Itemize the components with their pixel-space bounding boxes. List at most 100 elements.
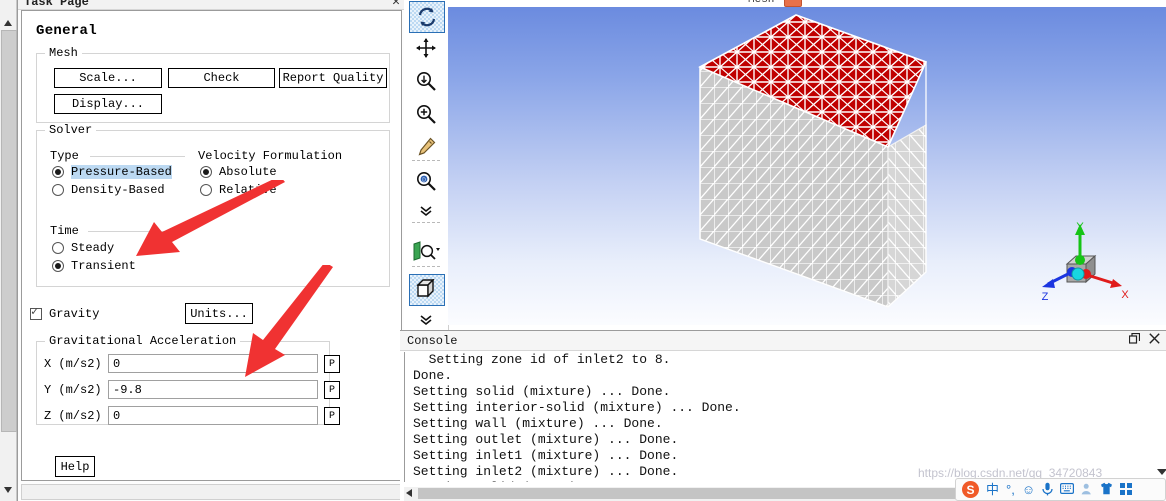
- solver-type-label: Type: [50, 149, 84, 163]
- zoom-in-icon[interactable]: [409, 99, 443, 129]
- scale-button[interactable]: Scale...: [54, 68, 162, 88]
- task-page-titlebar[interactable]: Task Page ✕: [18, 0, 404, 10]
- console-scroll-left-button[interactable]: [406, 489, 412, 497]
- console-close-icon[interactable]: [1149, 333, 1160, 348]
- page-title: General: [36, 23, 97, 39]
- radio-transient-indicator[interactable]: [52, 260, 64, 272]
- units-button[interactable]: Units...: [185, 303, 253, 324]
- console-line: Setting interior-solid (mixture) ... Don…: [413, 400, 741, 415]
- console-line: Setting inlet1 (mixture) ... Done.: [413, 448, 679, 463]
- punctuation-mode-icon[interactable]: °,: [1006, 483, 1015, 496]
- toolbar-separator-1: [412, 160, 440, 161]
- gravity-z-unit-button[interactable]: P: [324, 407, 340, 425]
- radio-pressure-based-label: Pressure-Based: [71, 165, 172, 179]
- zoom-box-icon[interactable]: [409, 66, 443, 96]
- gravity-checkbox-label: Gravity: [49, 307, 100, 321]
- axis-label-y: Y: [1076, 222, 1084, 233]
- task-page-panel: Task Page ✕ General Mesh Scale... Check …: [17, 0, 404, 501]
- radio-steady-indicator[interactable]: [52, 242, 64, 254]
- toolbar-separator-3: [412, 266, 440, 267]
- sogou-logo-icon[interactable]: S: [962, 481, 979, 498]
- pan-view-icon[interactable]: [409, 33, 443, 63]
- radio-relative-label: Relative: [219, 183, 277, 197]
- ime-toolbar[interactable]: S 中 °, ☺: [955, 469, 1166, 501]
- radio-pressure-based-indicator[interactable]: [52, 166, 64, 178]
- svg-text:D: D: [422, 177, 426, 183]
- task-page-horizontal-scrollbar[interactable]: [21, 484, 401, 500]
- check-button[interactable]: Check: [168, 68, 275, 88]
- toolbar-separator-2: [412, 222, 440, 223]
- radio-transient-label: Transient: [71, 259, 136, 273]
- graphics-viewport[interactable]: Y X Z: [448, 7, 1166, 325]
- gravity-z-label: Z (m/s2): [44, 409, 102, 423]
- gravitational-acceleration-legend: Gravitational Acceleration: [45, 334, 241, 348]
- velocity-formulation-label: Velocity Formulation: [198, 149, 348, 163]
- application-vertical-scrollbar[interactable]: [0, 0, 17, 501]
- console-output[interactable]: Setting zone id of inlet2 to 8. Done. Se…: [404, 352, 1163, 482]
- gravity-y-unit-button[interactable]: P: [324, 381, 340, 399]
- radio-relative[interactable]: Relative: [200, 183, 277, 197]
- radio-transient[interactable]: Transient: [52, 259, 136, 273]
- console-titlebar[interactable]: Console: [400, 331, 1166, 351]
- chinese-mode-icon[interactable]: 中: [986, 483, 999, 496]
- skin-icon[interactable]: [1100, 482, 1113, 497]
- screenshot-root: Task Page ✕ General Mesh Scale... Check …: [0, 0, 1166, 501]
- radio-density-based-indicator[interactable]: [52, 184, 64, 196]
- soft-keyboard-icon[interactable]: [1060, 483, 1075, 496]
- radio-steady[interactable]: Steady: [52, 241, 114, 255]
- emoji-icon[interactable]: ☺: [1022, 483, 1035, 496]
- console-line: Setting solid (mixture) ... Done.: [413, 384, 671, 399]
- radio-absolute[interactable]: Absolute: [200, 165, 277, 179]
- type-rule: [90, 156, 185, 157]
- radio-steady-label: Steady: [71, 241, 115, 255]
- voice-input-icon[interactable]: [1042, 482, 1053, 498]
- user-icon[interactable]: [1081, 483, 1093, 497]
- gravity-checkbox[interactable]: Gravity: [30, 305, 100, 321]
- display-options-icon[interactable]: [409, 236, 443, 266]
- ime-collapse-icon[interactable]: [1157, 469, 1166, 475]
- radio-absolute-indicator[interactable]: [200, 166, 212, 178]
- gravity-x-unit-button[interactable]: P: [324, 355, 340, 373]
- view-cube-icon[interactable]: [409, 274, 445, 306]
- gravity-y-input[interactable]: -9.8: [108, 380, 318, 399]
- radio-density-based-label: Density-Based: [71, 183, 165, 197]
- console-line: Done.: [413, 368, 453, 383]
- radio-density-based[interactable]: Density-Based: [52, 183, 165, 197]
- mesh-group-legend: Mesh: [45, 46, 82, 60]
- console-line: Setting zone id of inlet2 to 8.: [413, 352, 671, 367]
- axis-triad: Y X Z: [1034, 221, 1144, 317]
- task-page-title: Task Page: [24, 0, 89, 9]
- gravity-y-label: Y (m/s2): [44, 383, 102, 397]
- gravity-z-input[interactable]: 0: [108, 406, 318, 425]
- scrollbar-thumb[interactable]: [1, 30, 17, 432]
- radio-absolute-label: Absolute: [219, 165, 277, 179]
- graphics-toolbar: D: [404, 0, 449, 330]
- graphics-close-icon[interactable]: [784, 0, 802, 7]
- console-restore-icon[interactable]: [1128, 332, 1141, 348]
- zoom-to-fit-icon[interactable]: D: [409, 166, 443, 196]
- console-title: Console: [407, 334, 458, 348]
- gravity-checkbox-indicator[interactable]: [30, 305, 42, 320]
- task-page-body: General Mesh Scale... Check Report Quali…: [21, 10, 402, 481]
- time-rule: [88, 231, 185, 232]
- solver-group-legend: Solver: [45, 123, 97, 137]
- radio-relative-indicator[interactable]: [200, 184, 212, 196]
- console-scroll-thumb[interactable]: [418, 488, 978, 499]
- rotate-view-icon[interactable]: [409, 1, 445, 33]
- report-quality-button[interactable]: Report Quality: [279, 68, 387, 88]
- radio-pressure-based[interactable]: Pressure-Based: [52, 165, 172, 179]
- scroll-down-button[interactable]: [0, 481, 16, 499]
- graphics-window-title: Mesh: [748, 0, 775, 6]
- time-label: Time: [50, 224, 84, 238]
- graphics-window-titlebar[interactable]: Mesh: [448, 0, 1166, 7]
- axis-label-z: Z: [1042, 291, 1049, 303]
- console-line: Setting outlet (mixture) ... Done.: [413, 432, 679, 447]
- help-button[interactable]: Help: [55, 456, 95, 477]
- display-button[interactable]: Display...: [54, 94, 162, 114]
- probe-pick-icon[interactable]: [409, 132, 443, 162]
- console-line: Setting wall (mixture) ... Done.: [413, 416, 663, 431]
- toolbox-icon[interactable]: [1120, 482, 1133, 497]
- axis-label-x: X: [1121, 289, 1129, 301]
- gravity-x-input[interactable]: 0: [108, 354, 318, 373]
- task-page-close-icon[interactable]: ✕: [392, 0, 400, 9]
